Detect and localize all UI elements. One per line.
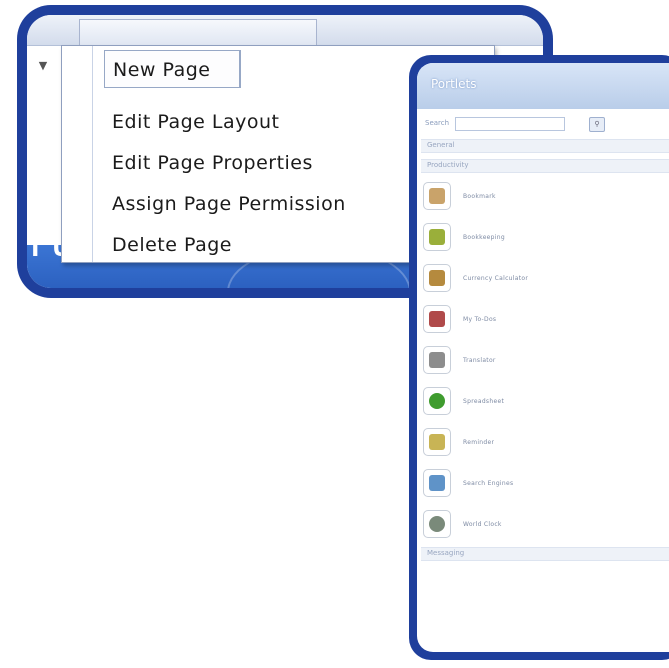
translator-icon [423,346,451,374]
portlet-item[interactable]: Currency Calculator [423,264,663,294]
panel-header: Portlets [417,63,669,109]
toolbar-tab[interactable] [79,19,317,46]
portlet-label: Bookkeeping [463,234,505,241]
money-icon [423,223,451,251]
portlet-label: Currency Calculator [463,275,529,282]
portlet-item[interactable]: My To-Dos [423,305,663,335]
panel-title: Portlets [431,77,477,91]
chevron-down-icon[interactable]: ▼ [31,53,55,79]
search-input[interactable] [455,117,565,131]
section-label: General [427,141,455,149]
portlet-label: Spreadsheet [463,398,505,405]
search-row: Search ⚲ [425,117,669,133]
section-messaging[interactable]: Messaging [421,547,669,561]
section-general[interactable]: General [421,139,669,153]
portlets-panel: Portlets Search ⚲ General Productivity B… [417,63,669,652]
search-engine-icon [423,469,451,497]
menu-item-edit-page-layout[interactable]: Edit Page Layout [112,102,279,142]
portlet-item[interactable]: Bookmark [423,182,663,212]
menu-divider [240,50,241,88]
portlet-label: Search Engines [463,480,514,487]
section-label: Productivity [427,161,469,169]
portlet-item[interactable]: Translator [423,346,663,376]
portlet-item[interactable]: Reminder [423,428,663,458]
refresh-icon [423,387,451,415]
checklist-icon [423,305,451,333]
portlet-item[interactable]: Bookkeeping [423,223,663,253]
menu-item-assign-page-permission[interactable]: Assign Page Permission [112,184,346,224]
portlet-label: Bookmark [463,193,496,200]
menu-gutter [92,46,93,262]
portlet-label: World Clock [463,521,502,528]
section-productivity[interactable]: Productivity [421,159,669,173]
search-label: Search [425,119,450,127]
clock-icon [423,510,451,538]
portlet-item[interactable]: Search Engines [423,469,663,499]
menu-item-edit-page-properties[interactable]: Edit Page Properties [112,143,313,183]
portlet-label: Translator [463,357,496,364]
calculator-icon [423,264,451,292]
bookmark-icon [423,182,451,210]
portlets-panel-frame: Portlets Search ⚲ General Productivity B… [409,55,669,660]
section-label: Messaging [427,549,465,557]
portlet-label: Reminder [463,439,495,446]
search-icon[interactable]: ⚲ [589,117,605,132]
portlet-item[interactable]: World Clock [423,510,663,540]
portlet-label: My To-Dos [463,316,497,323]
menu-item-delete-page[interactable]: Delete Page [112,225,232,265]
menu-item-new-page[interactable]: New Page [104,50,240,88]
toolbar-strip [27,15,543,46]
note-icon [423,428,451,456]
portlet-item[interactable]: Spreadsheet [423,387,663,417]
